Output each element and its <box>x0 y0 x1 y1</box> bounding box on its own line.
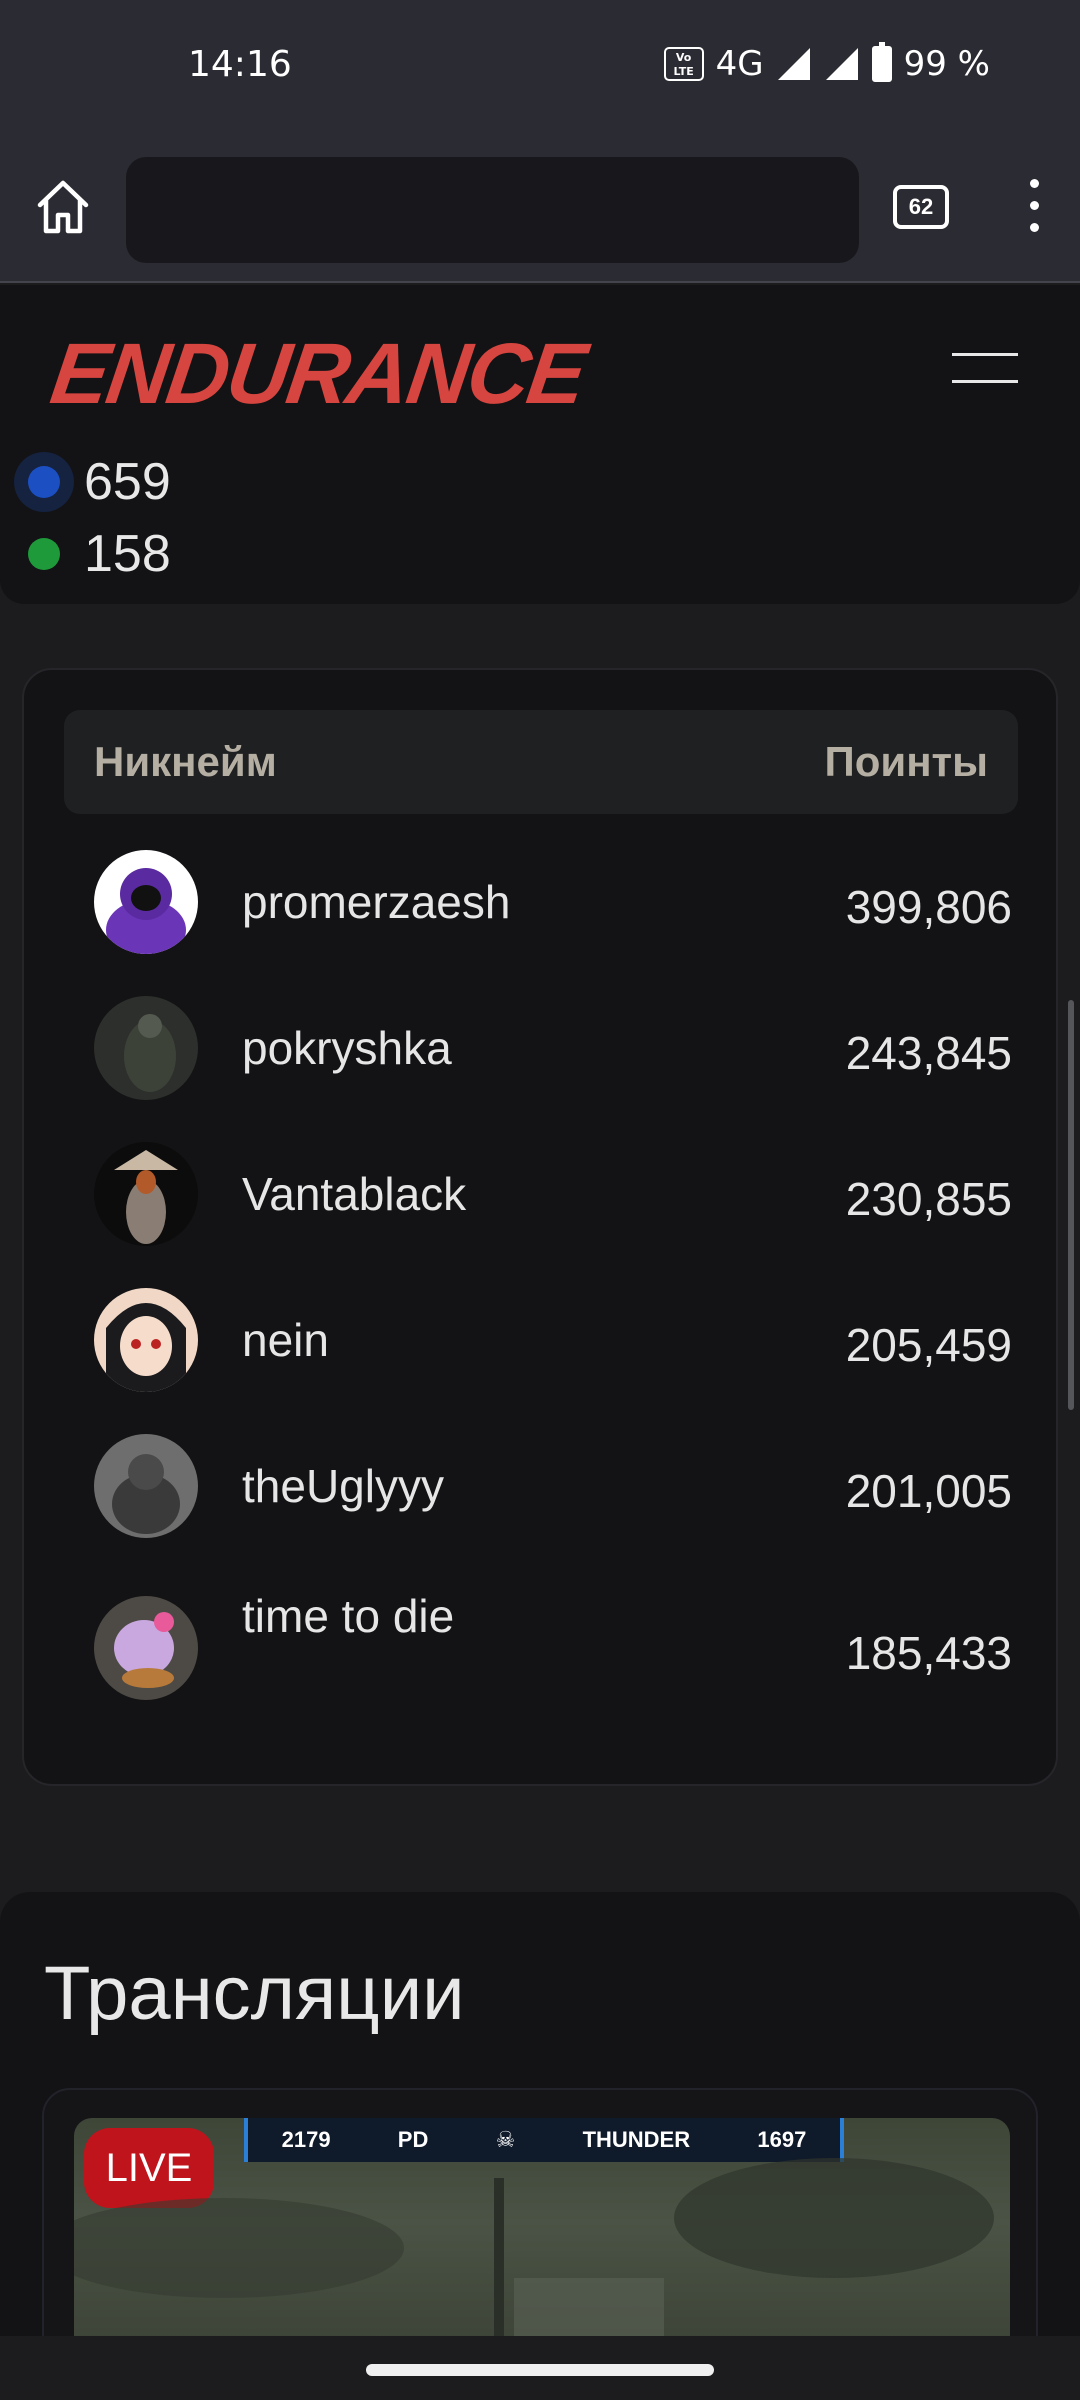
table-row[interactable]: pokryshka 243,845 <box>94 996 1012 1142</box>
volte-icon: Vo LTE <box>663 47 704 81</box>
home-icon[interactable] <box>30 175 96 241</box>
table-row[interactable]: Vantablack 230,855 <box>94 1142 1012 1288</box>
browser-toolbar: 62 <box>0 135 1080 283</box>
avatar <box>94 1434 198 1538</box>
avatar <box>94 850 198 954</box>
player-points: 230,855 <box>845 1173 1012 1225</box>
leaderboard-card: Никнейм Поинты promerzaesh 399,806 pokry… <box>22 668 1058 1786</box>
player-points: 399,806 <box>845 881 1012 933</box>
gesture-handle[interactable] <box>366 2364 714 2376</box>
status-time: 14:16 <box>188 44 292 85</box>
avatar <box>94 996 198 1100</box>
status-icons: Vo LTE 4G 99 % <box>663 42 990 84</box>
hud-score-left: 2179 <box>281 2127 331 2152</box>
hud-team: THUNDER <box>582 2127 691 2152</box>
player-nickname: Vantablack <box>242 1168 467 1220</box>
player-points: 243,845 <box>845 1027 1012 1079</box>
table-row[interactable]: theUglyyy 201,005 <box>94 1434 1012 1580</box>
stat-other: 158 <box>28 524 171 584</box>
player-points: 205,459 <box>845 1319 1012 1371</box>
skull-icon: ☠ <box>495 2127 516 2152</box>
player-nickname: theUglyyy <box>242 1460 444 1512</box>
signal-icon <box>777 48 810 80</box>
tab-switcher-button[interactable]: 62 <box>893 185 949 229</box>
player-nickname: promerzaesh <box>242 876 511 928</box>
stat-value: 158 <box>84 525 171 583</box>
section-title: Трансляции <box>44 1951 465 2036</box>
player-points: 185,433 <box>845 1627 1012 1679</box>
hamburger-icon[interactable] <box>952 353 1018 383</box>
player-nickname: time to die <box>242 1590 455 1642</box>
blue-dot-icon <box>28 466 60 498</box>
more-vertical-icon[interactable] <box>1022 179 1046 239</box>
stat-online: 659 <box>28 452 171 512</box>
site-header: ENDURANCE <box>0 285 1080 440</box>
url-bar[interactable] <box>126 157 859 263</box>
stats-card: 659 158 <box>0 440 1080 604</box>
page-scrollbar[interactable] <box>1068 1000 1074 1410</box>
table-row[interactable]: promerzaesh 399,806 <box>94 850 1012 996</box>
player-nickname: nein <box>242 1314 329 1366</box>
status-bar: 14:16 Vo LTE 4G 99 % <box>0 0 1080 135</box>
column-points: Поинты <box>824 738 988 785</box>
green-dot-icon <box>28 538 60 570</box>
avatar <box>94 1142 198 1246</box>
battery-icon <box>871 42 892 82</box>
player-points: 201,005 <box>845 1465 1012 1517</box>
hud-tag: PD <box>397 2127 429 2152</box>
game-hud: 2179 PD ☠ THUNDER 1697 <box>244 2118 844 2162</box>
table-row[interactable]: time to die 185,433 <box>94 1580 1012 1726</box>
column-nickname: Никнейм <box>94 738 277 785</box>
battery-level: 99 % <box>903 44 990 84</box>
table-row[interactable]: nein 205,459 <box>94 1288 1012 1434</box>
site-logo[interactable]: ENDURANCE <box>45 325 590 424</box>
network-type: 4G <box>715 44 764 84</box>
system-nav-bar <box>0 2336 1080 2400</box>
stat-value: 659 <box>84 453 171 511</box>
avatar <box>94 1596 198 1700</box>
signal-icon-2 <box>825 48 858 80</box>
avatar <box>94 1288 198 1392</box>
hud-score-right: 1697 <box>757 2127 807 2152</box>
player-nickname: pokryshka <box>242 1022 452 1074</box>
streams-section: Трансляции 2179 PD ☠ THUNDER 1697 LIVE <box>0 1892 1080 2400</box>
leaderboard-header: Никнейм Поинты <box>64 710 1018 814</box>
